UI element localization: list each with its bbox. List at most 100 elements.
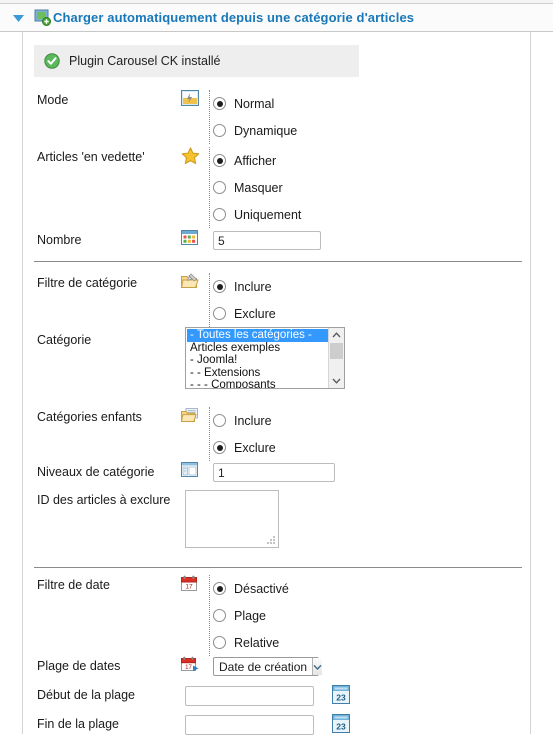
radio-child-inclure[interactable] — [213, 414, 226, 427]
field-row-mode: Mode Normal Dynamique — [23, 90, 532, 138]
list-item[interactable]: - Toutes les catégories - — [187, 329, 328, 342]
svg-text:17: 17 — [185, 665, 192, 671]
range-end-label: Fin de la plage — [37, 717, 120, 731]
date-filter-option-relative-label: Relative — [234, 635, 280, 650]
star-icon — [181, 147, 201, 165]
child-categories-option-inclure[interactable]: Inclure — [213, 407, 276, 434]
field-row-category: Catégorie - Toutes les catégories - Arti… — [23, 327, 532, 400]
featured-option-afficher-label: Afficher — [234, 153, 277, 168]
exclude-ids-textarea[interactable] — [185, 490, 279, 548]
exclude-ids-label: ID des articles à exclure — [37, 493, 171, 507]
mode-option-dynamique-label: Dynamique — [234, 123, 298, 138]
field-row-range-start: Début de la plage 23 — [23, 685, 532, 715]
list-item[interactable]: - - Extensions — [187, 367, 328, 380]
count-label: Nombre — [37, 233, 82, 247]
radio-plage[interactable] — [213, 609, 226, 622]
field-row-date-range: Plage de dates 17 Date de création — [23, 656, 532, 686]
radio-masquer[interactable] — [213, 181, 226, 194]
date-filter-radio-group[interactable]: Désactivé Plage Relative — [213, 575, 289, 656]
date-filter-option-desactive[interactable]: Désactivé — [213, 575, 289, 602]
radio-afficher[interactable] — [213, 154, 226, 167]
chevron-up-icon[interactable] — [329, 328, 344, 342]
field-row-exclude-ids: ID des articles à exclure — [23, 490, 532, 557]
date-filter-option-plage-label: Plage — [234, 608, 266, 623]
category-filter-label: Filtre de catégorie — [37, 276, 138, 290]
field-row-category-levels: Niveaux de catégorie — [23, 462, 532, 492]
field-row-range-end: Fin de la plage 23 — [23, 714, 532, 744]
category-filter-radio-group[interactable]: Inclure Exclure — [213, 273, 276, 327]
plugin-status-text: Plugin Carousel CK installé — [69, 54, 221, 68]
range-start-input[interactable] — [185, 686, 314, 706]
divider-1 — [34, 261, 522, 262]
mode-option-normal[interactable]: Normal — [213, 90, 297, 117]
featured-option-masquer-label: Masquer — [234, 180, 283, 195]
list-item[interactable]: - - - Composants — [187, 379, 328, 388]
panel-body: Plugin Carousel CK installé Mode Normal … — [22, 32, 532, 735]
radio-uniquement[interactable] — [213, 208, 226, 221]
featured-option-afficher[interactable]: Afficher — [213, 147, 301, 174]
list-item[interactable]: - Joomla! — [187, 354, 328, 367]
date-range-select-value: Date de création — [219, 659, 308, 674]
add-article-icon — [34, 9, 51, 26]
radio-cat-inclure[interactable] — [213, 280, 226, 293]
category-listbox[interactable]: - Toutes les catégories - Articles exemp… — [185, 327, 345, 389]
count-input[interactable] — [213, 231, 321, 250]
radio-cat-exclure[interactable] — [213, 307, 226, 320]
chevron-down-icon[interactable] — [312, 658, 323, 675]
field-row-featured: Articles 'en vedette' Afficher Masquer U… — [23, 147, 532, 222]
panel-header[interactable]: Charger automatiquement depuis une catég… — [0, 4, 553, 32]
featured-option-masquer[interactable]: Masquer — [213, 174, 301, 201]
mode-window-icon — [181, 90, 201, 108]
field-row-child-categories: Catégories enfants Inclure Exclure — [23, 407, 532, 455]
category-filter-option-inclure[interactable]: Inclure — [213, 273, 276, 300]
mode-option-normal-label: Normal — [234, 96, 275, 111]
category-levels-input[interactable] — [213, 463, 335, 482]
svg-text:17: 17 — [185, 583, 193, 590]
folders-icon — [181, 407, 201, 425]
field-row-count: Nombre — [23, 230, 532, 260]
mode-option-dynamique[interactable]: Dynamique — [213, 117, 297, 144]
field-row-category-filter: Filtre de catégorie Inclure Exclure — [23, 273, 532, 321]
featured-radio-group[interactable]: Afficher Masquer Uniquement — [213, 147, 301, 228]
child-categories-option-inclure-label: Inclure — [234, 413, 272, 428]
grid-number-icon — [181, 230, 201, 248]
mode-label: Mode — [37, 93, 69, 107]
radio-dynamique[interactable] — [213, 124, 226, 137]
range-end-input[interactable] — [185, 715, 314, 735]
triangle-down-icon[interactable] — [13, 14, 24, 22]
calendar-23-icon[interactable]: 23 — [332, 685, 350, 704]
child-categories-option-exclure[interactable]: Exclure — [213, 434, 276, 461]
category-listbox-scrollbar[interactable] — [328, 328, 344, 388]
category-listbox-items: - Toutes les catégories - Articles exemp… — [186, 328, 328, 388]
calendar-red-icon: 17 — [181, 575, 201, 593]
radio-relative[interactable] — [213, 636, 226, 649]
resize-grip-icon[interactable] — [267, 536, 276, 545]
child-categories-option-exclure-label: Exclure — [234, 440, 276, 455]
mode-radio-group[interactable]: Normal Dynamique — [213, 90, 297, 144]
radio-child-exclure[interactable] — [213, 441, 226, 454]
date-range-label: Plage de dates — [37, 659, 121, 673]
svg-text:23: 23 — [336, 722, 346, 732]
range-start-label: Début de la plage — [37, 688, 135, 702]
category-filter-option-exclure[interactable]: Exclure — [213, 300, 276, 327]
child-categories-label: Catégories enfants — [37, 410, 142, 424]
calendar-range-icon: 17 — [181, 656, 201, 674]
scrollbar-thumb[interactable] — [330, 343, 343, 359]
date-filter-option-plage[interactable]: Plage — [213, 602, 289, 629]
category-levels-label: Niveaux de catégorie — [37, 465, 155, 479]
chevron-down-icon[interactable] — [329, 374, 344, 388]
category-filter-option-exclure-label: Exclure — [234, 306, 276, 321]
category-filter-option-inclure-label: Inclure — [234, 279, 272, 294]
featured-option-uniquement[interactable]: Uniquement — [213, 201, 301, 228]
category-label: Catégorie — [37, 333, 92, 347]
featured-label: Articles 'en vedette' — [37, 150, 145, 164]
calendar-23-icon[interactable]: 23 — [332, 714, 350, 733]
featured-option-uniquement-label: Uniquement — [234, 207, 302, 222]
list-item[interactable]: Articles exemples — [187, 342, 328, 355]
date-range-select[interactable]: Date de création — [213, 657, 323, 676]
date-filter-option-relative[interactable]: Relative — [213, 629, 289, 656]
radio-normal[interactable] — [213, 97, 226, 110]
field-row-date-filter: Filtre de date 17 Désactivé Plage Relati… — [23, 575, 532, 650]
radio-desactive[interactable] — [213, 582, 226, 595]
child-categories-radio-group[interactable]: Inclure Exclure — [213, 407, 276, 461]
